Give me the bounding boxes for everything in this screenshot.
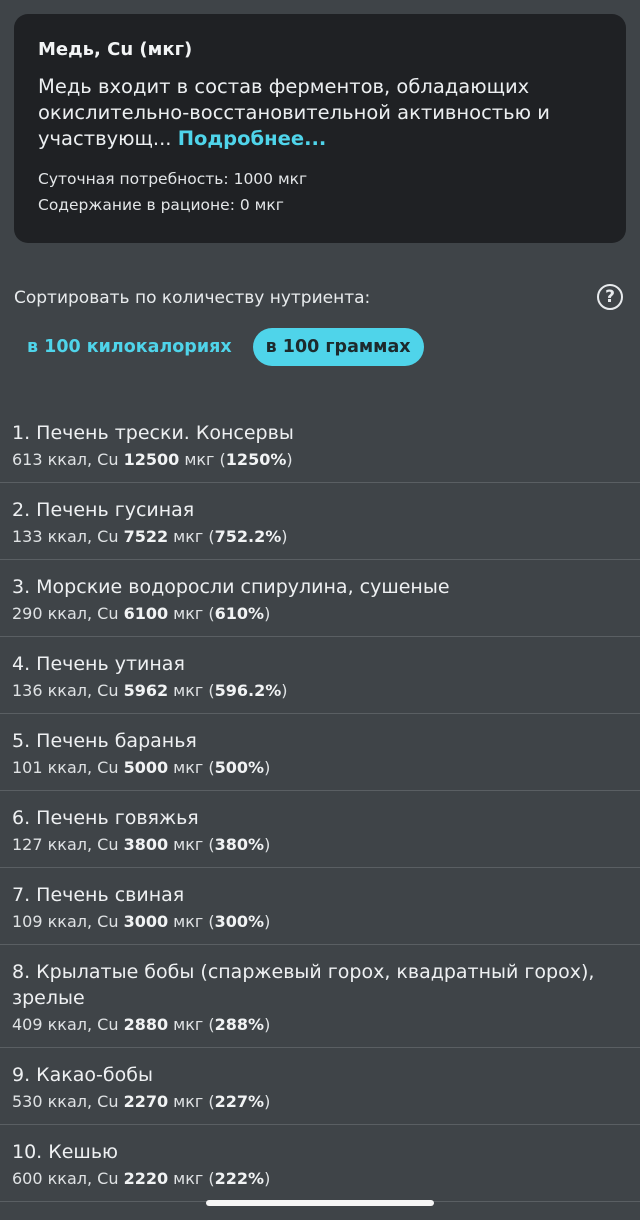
food-stats: 290 ккал, Cu 6100 мкг (610%) — [12, 602, 628, 626]
food-unit: мкг ( — [168, 604, 215, 623]
sort-row: Сортировать по количеству нутриента: ? — [14, 284, 626, 314]
food-kcal: 613 ккал, Cu — [12, 450, 124, 469]
food-close: ) — [264, 835, 271, 854]
food-close: ) — [264, 1015, 271, 1034]
nutrient-title: Медь, Cu (мкг) — [38, 39, 193, 60]
food-stats: 613 ккал, Cu 12500 мкг (1250%) — [12, 448, 628, 472]
food-close: ) — [286, 450, 293, 469]
food-close: ) — [281, 681, 288, 700]
food-percent: 300% — [214, 912, 265, 931]
food-close: ) — [264, 604, 271, 623]
food-amount: 6100 — [123, 604, 169, 623]
food-unit: мкг ( — [168, 912, 215, 931]
list-item[interactable]: 8. Крылатые бобы (спаржевый горох, квадр… — [0, 945, 640, 1048]
diet-content: Содержание в рационе: 0 мкг — [38, 196, 284, 214]
list-item[interactable]: 4. Печень утиная 136 ккал, Cu 5962 мкг (5… — [0, 637, 640, 714]
food-name: 3. Морские водоросли спирулина, сушеные — [12, 576, 450, 598]
food-kcal: 136 ккал, Cu — [12, 681, 124, 700]
sort-tabs: в 100 килокалориях в 100 граммах — [14, 328, 424, 366]
daily-need: Суточная потребность: 1000 мкг — [38, 170, 308, 188]
food-unit: мкг ( — [168, 681, 215, 700]
food-kcal: 290 ккал, Cu — [12, 604, 124, 623]
food-kcal: 530 ккал, Cu — [12, 1092, 124, 1111]
food-stats: 530 ккал, Cu 2270 мкг (227%) — [12, 1090, 628, 1114]
food-name: 6. Печень говяжья — [12, 807, 199, 829]
food-percent: 288% — [214, 1015, 265, 1034]
food-kcal: 127 ккал, Cu — [12, 835, 124, 854]
food-close: ) — [264, 758, 271, 777]
more-link[interactable]: Подробнее... — [178, 127, 327, 150]
food-amount: 2220 — [123, 1169, 169, 1188]
food-stats: 136 ккал, Cu 5962 мкг (596.2%) — [12, 679, 628, 703]
list-item[interactable]: 3. Морские водоросли спирулина, сушеные 2… — [0, 560, 640, 637]
list-item[interactable]: 1. Печень трески. Консервы 613 ккал, Cu 1… — [0, 406, 640, 483]
food-amount: 7522 — [123, 527, 169, 546]
home-indicator — [206, 1200, 434, 1206]
food-amount: 2880 — [123, 1015, 169, 1034]
food-stats: 600 ккал, Cu 2220 мкг (222%) — [12, 1167, 628, 1191]
food-percent: 227% — [214, 1092, 265, 1111]
food-percent: 752.2% — [214, 527, 282, 546]
list-item[interactable]: 7. Печень свиная 109 ккал, Cu 3000 мкг (3… — [0, 868, 640, 945]
food-close: ) — [264, 912, 271, 931]
food-list: 1. Печень трески. Консервы 613 ккал, Cu 1… — [0, 406, 640, 1202]
food-stats: 101 ккал, Cu 5000 мкг (500%) — [12, 756, 628, 780]
food-stats: 109 ккал, Cu 3000 мкг (300%) — [12, 910, 628, 934]
food-name: 1. Печень трески. Консервы — [12, 422, 294, 444]
tab-per-100-grams[interactable]: в 100 граммах — [252, 328, 424, 366]
food-name: 8. Крылатые бобы (спаржевый горох, квадр… — [12, 961, 595, 1009]
list-item[interactable]: 6. Печень говяжья 127 ккал, Cu 3800 мкг (… — [0, 791, 640, 868]
food-close: ) — [264, 1092, 271, 1111]
food-stats: 127 ккал, Cu 3800 мкг (380%) — [12, 833, 628, 857]
food-amount: 12500 — [123, 450, 180, 469]
list-item[interactable]: 5. Печень баранья 101 ккал, Cu 5000 мкг (… — [0, 714, 640, 791]
food-amount: 5000 — [123, 758, 169, 777]
food-name: 2. Печень гусиная — [12, 499, 195, 521]
food-amount: 2270 — [123, 1092, 169, 1111]
list-item[interactable]: 10. Кешью 600 ккал, Cu 2220 мкг (222%) — [0, 1125, 640, 1202]
food-unit: мкг ( — [168, 1169, 215, 1188]
food-percent: 610% — [214, 604, 265, 623]
food-percent: 500% — [214, 758, 265, 777]
food-kcal: 133 ккал, Cu — [12, 527, 124, 546]
food-unit: мкг ( — [179, 450, 226, 469]
nutrient-stats: Суточная потребность: 1000 мкг Содержани… — [38, 166, 602, 218]
list-item[interactable]: 9. Какао-бобы 530 ккал, Cu 2270 мкг (227%… — [0, 1048, 640, 1125]
help-icon[interactable]: ? — [597, 284, 623, 310]
food-percent: 222% — [214, 1169, 265, 1188]
food-kcal: 101 ккал, Cu — [12, 758, 124, 777]
food-percent: 1250% — [225, 450, 287, 469]
food-stats: 133 ккал, Cu 7522 мкг (752.2%) — [12, 525, 628, 549]
food-stats: 409 ккал, Cu 2880 мкг (288%) — [12, 1013, 628, 1037]
food-close: ) — [264, 1169, 271, 1188]
food-name: 9. Какао-бобы — [12, 1064, 153, 1086]
food-percent: 596.2% — [214, 681, 282, 700]
food-kcal: 600 ккал, Cu — [12, 1169, 124, 1188]
food-amount: 5962 — [123, 681, 169, 700]
food-unit: мкг ( — [168, 1015, 215, 1034]
list-item[interactable]: 2. Печень гусиная 133 ккал, Cu 7522 мкг (… — [0, 483, 640, 560]
nutrient-description: Медь входит в состав ферментов, обладающ… — [38, 74, 602, 152]
food-amount: 3800 — [123, 835, 169, 854]
sort-label: Сортировать по количеству нутриента: — [14, 288, 371, 308]
food-unit: мкг ( — [168, 758, 215, 777]
tab-per-100-kcal[interactable]: в 100 килокалориях — [14, 328, 245, 366]
food-name: 5. Печень баранья — [12, 730, 197, 752]
food-amount: 3000 — [123, 912, 169, 931]
food-unit: мкг ( — [168, 1092, 215, 1111]
food-percent: 380% — [214, 835, 265, 854]
food-kcal: 409 ккал, Cu — [12, 1015, 124, 1034]
food-close: ) — [281, 527, 288, 546]
food-name: 7. Печень свиная — [12, 884, 185, 906]
food-unit: мкг ( — [168, 835, 215, 854]
food-unit: мкг ( — [168, 527, 215, 546]
food-kcal: 109 ккал, Cu — [12, 912, 124, 931]
food-name: 4. Печень утиная — [12, 653, 185, 675]
nutrient-info-card: Медь, Cu (мкг) Медь входит в состав ферм… — [14, 14, 626, 243]
food-name: 10. Кешью — [12, 1141, 119, 1163]
